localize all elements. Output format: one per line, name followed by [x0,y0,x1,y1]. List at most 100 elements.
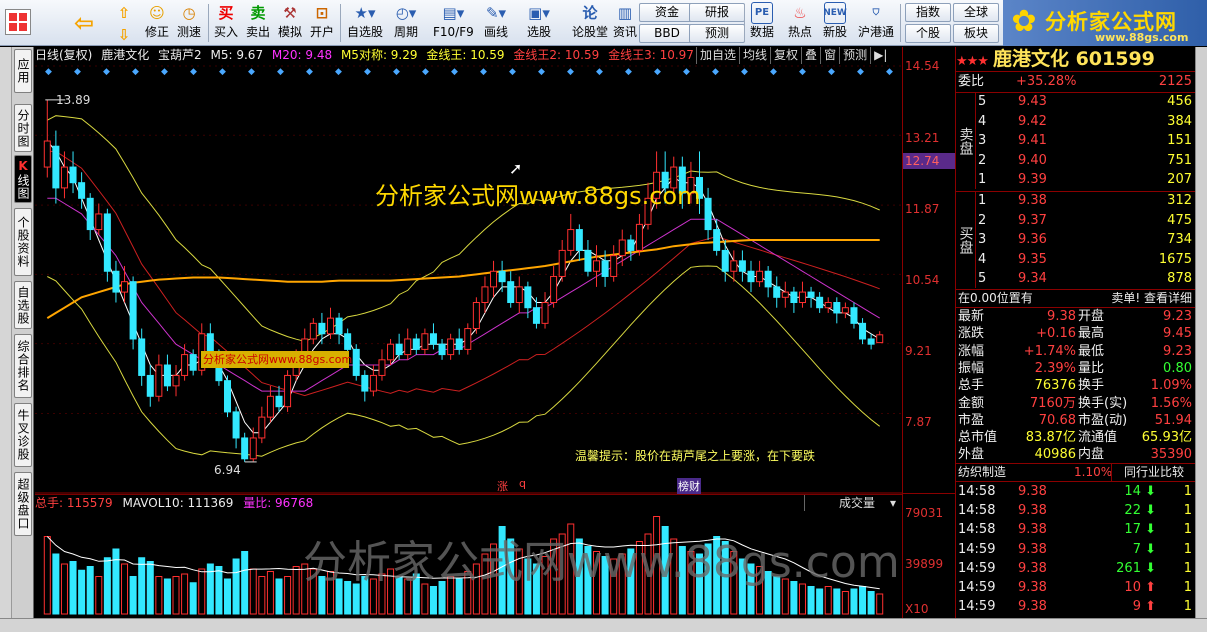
volume-bar [78,569,86,615]
sell-level-row[interactable]: 1 9.39 207 [956,171,1196,189]
buy-level-row[interactable]: 1 9.38 312 [956,192,1196,210]
tab-ma[interactable]: 均线 [739,47,770,64]
back-button[interactable]: ⇦ [73,9,95,37]
hk-connect-button[interactable]: ⛉ 沪港通 [858,0,894,39]
nav-app[interactable]: 应用 [14,49,32,93]
tick-row[interactable]: 14:58 9.38 22 ⬇ 1 [956,502,1196,520]
data-button[interactable]: PE 数据 [750,0,774,39]
open-account-button[interactable]: ⊡ 开户 [310,0,334,39]
diamond-marker: ◆ [422,67,429,77]
indicator-label[interactable]: 宝葫芦2 [158,48,202,62]
buy-level-row[interactable]: 3 9.36 734 [956,231,1196,249]
q-marker[interactable]: q [519,477,526,490]
candle-body [95,213,103,231]
sell-level-row[interactable]: 4 9.42 384 [956,113,1196,131]
tab-overlay[interactable]: 叠 [801,47,820,64]
tick-row[interactable]: 14:59 9.38 10 ⬆ 1 [956,579,1196,597]
nav-super-panel[interactable]: 超级盘口 [14,472,32,536]
tick-row[interactable]: 14:58 9.38 17 ⬇ 1 [956,521,1196,539]
back-arrow-icon: ⇦ [73,9,95,37]
volume-selector[interactable]: 成交量 [804,495,902,511]
industry-name[interactable]: 纺织制造 [958,463,1006,481]
diamond-marker: ◆ [248,67,255,77]
index-button[interactable]: 指数 [905,3,951,22]
stats-row[interactable]: 金额 7160万 换手(实) 1.56% [956,395,1196,413]
tick-volume: 9 ⬆ [1132,599,1156,615]
candle-body [103,213,111,272]
tab-adjust[interactable]: 复权 [770,47,801,64]
buy-level-row[interactable]: 5 9.34 878 [956,270,1196,288]
sell-level-row[interactable]: 5 9.43 456 [956,93,1196,111]
tab-window[interactable]: 窗 [820,47,839,64]
cesu-button[interactable]: ◷ 测速 [177,0,201,39]
stats-row[interactable]: 涨跌 +0.16 最高 9.45 [956,325,1196,343]
stats-row[interactable]: 总市值 83.87亿 流通值 65.93亿 [956,429,1196,447]
funds-button[interactable]: 资金 [639,3,695,22]
tab-add-watch[interactable]: 加自选 [696,47,739,64]
stats-row[interactable]: 总手 76376 换手 1.09% [956,377,1196,395]
research-button[interactable]: 研报 [689,3,745,22]
toolbar-divider [208,4,209,42]
news-button[interactable]: ▥ 资讯 [613,0,637,39]
tab-end[interactable]: ▶| [870,47,890,64]
stat-label: 振幅 [958,360,985,376]
nav-timechart[interactable]: 分时图 [14,104,32,152]
buy-button[interactable]: 买买入 [214,0,238,39]
hotspot-button[interactable]: ♨ 热点 [788,0,812,39]
bang-marker[interactable]: 榜财 [677,478,701,494]
forum-button[interactable]: 论论股堂 [572,0,608,39]
stock-button[interactable]: 个股 [905,24,951,43]
sector-button[interactable]: 板块 [953,24,999,43]
candle-body [232,411,240,439]
nav-watchlist[interactable]: 自选股 [14,281,32,329]
sell-level-row[interactable]: 3 9.41 151 [956,132,1196,150]
stock-picker-button[interactable]: ▣▾ 选股 [527,0,551,39]
buy-level-row[interactable]: 4 9.35 1675 [956,251,1196,269]
stats-row[interactable]: 市盈 70.68 市盈(动) 51.94 [956,412,1196,430]
sell-level-row[interactable]: 2 9.40 751 [956,152,1196,170]
nav-diagnose[interactable]: 牛叉诊股 [14,403,32,467]
global-button[interactable]: 全球 [953,3,999,22]
volume: 734 [1167,232,1192,248]
stat-label: 涨幅 [958,343,985,359]
stat-label: 最低 [1078,343,1105,359]
diamond-marker: ◆ [509,67,516,77]
nav-kline[interactable]: K 线图 [14,155,32,203]
chevron-down-icon[interactable]: ▾ [890,495,896,511]
volume-bar [859,586,867,615]
period-button[interactable]: ◴▾ 周期 [394,0,418,39]
stats-row[interactable]: 振幅 2.39% 量比 0.80 [956,360,1196,378]
up-button[interactable]: ⇧ [113,0,135,24]
sell-button[interactable]: 卖卖出 [246,0,270,39]
jinxian-label: 金线王: 10.59 [426,48,505,62]
tick-row[interactable]: 14:59 9.38 9 ⬆ 1 [956,598,1196,616]
f10-button[interactable]: ▤▾ F10/F9 [433,0,474,39]
simulate-button[interactable]: ⚒ 模拟 [278,0,302,39]
nav-profile[interactable]: 个股资料 [14,208,32,276]
forecast-button[interactable]: 预测 [689,24,745,43]
tick-row[interactable]: 14:58 9.38 14 ⬇ 1 [956,483,1196,501]
xiuzheng-button[interactable]: ☺ 修正 [145,0,169,39]
buy-level-row[interactable]: 2 9.37 475 [956,212,1196,230]
stats-row[interactable]: 外盘 40986 内盘 35390 [956,446,1196,464]
tick-row[interactable]: 14:59 9.38 261 ⬇ 1 [956,560,1196,578]
grid-menu-icon[interactable] [5,9,31,35]
nav-ranking[interactable]: 综合排名 [14,334,32,398]
draw-line-button[interactable]: ✎▾ 画线 [484,0,508,39]
sell-single-link[interactable]: 卖单! 查看详细 [1111,289,1192,307]
bbd-button[interactable]: BBD [639,24,695,43]
stats-row[interactable]: 涨幅 +1.74% 最低 9.23 [956,343,1196,361]
down-button[interactable]: ⇩ [113,22,135,46]
kline-chart[interactable]: ◆ ◆ ◆ ◆ ◆ ◆ ◆ ◆ ◆ ◆ ◆ ◆ ◆ ◆ ◆ ◆ ◆ ◆ ◆ ◆ ◆ ◆ ◆ ◆ ◆ ◆ ◆ ◆ ◆ ◆ [35,64,902,494]
tick-count: 1 [1183,503,1192,519]
industry-compare-button[interactable]: 同行业比较 [1110,463,1184,481]
ipo-button[interactable]: NEW 新股 [823,0,847,39]
watchlist-button[interactable]: ★▾ 自选股 [347,0,383,39]
tab-forecast[interactable]: 预测 [839,47,870,64]
stats-row[interactable]: 最新 9.38 开盘 9.23 [956,308,1196,326]
period-label[interactable]: 日线(复权) [35,48,92,62]
tick-row[interactable]: 14:59 9.38 7 ⬇ 1 [956,541,1196,559]
quote-scrollbar[interactable] [1195,47,1207,618]
zhang-marker[interactable]: 涨 [497,478,508,494]
tick-volume: 17 ⬇ [1124,522,1156,538]
